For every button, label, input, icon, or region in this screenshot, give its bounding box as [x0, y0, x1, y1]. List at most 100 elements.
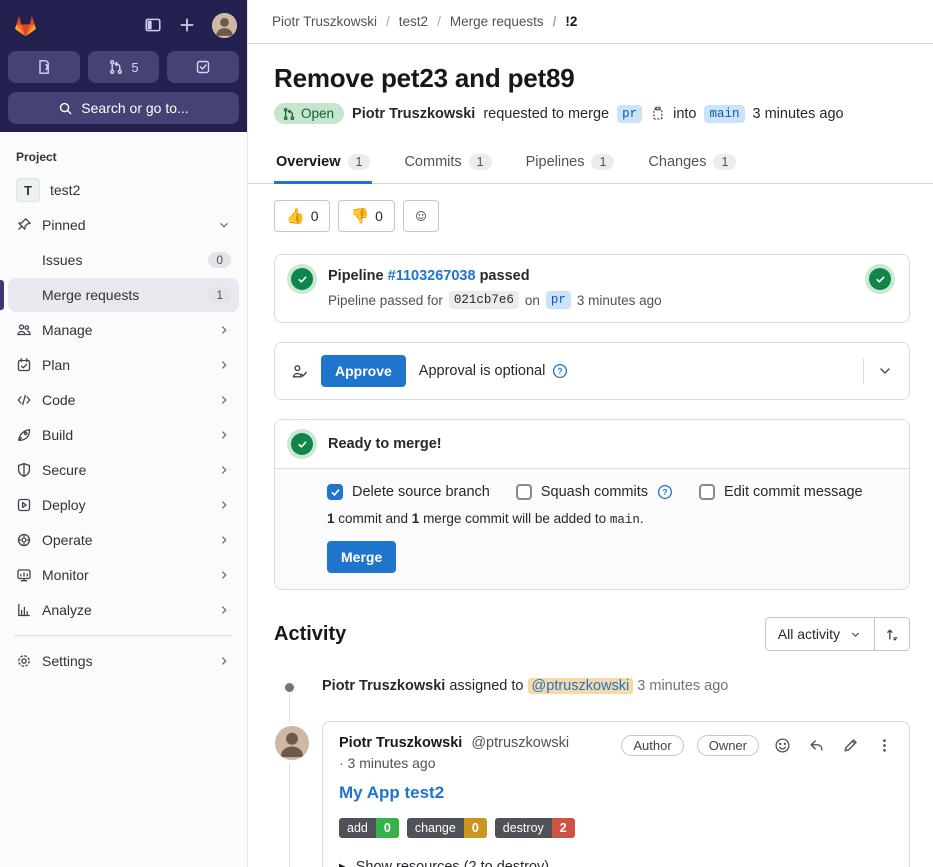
comment-author-username[interactable]: @ptruszkowski [471, 735, 569, 751]
expand-chevron-icon[interactable] [877, 363, 893, 379]
sidebar-item-merge-requests[interactable]: Merge requests 1 [0, 278, 239, 312]
note-author[interactable]: Piotr Truszkowski [322, 678, 445, 694]
help-question-icon[interactable]: ? [657, 484, 673, 500]
pipeline-stage-icon[interactable] [869, 268, 891, 290]
user-avatar[interactable] [212, 12, 237, 38]
stat-count: 2 [551, 818, 575, 838]
pipeline-passed-icon[interactable] [291, 268, 313, 290]
breadcrumb-item[interactable]: test2 [377, 14, 428, 29]
chevron-right-icon [217, 498, 231, 512]
deploy-icon [16, 497, 32, 513]
pipeline-on-text: on [524, 292, 540, 308]
sidebar-item-project-test2[interactable]: T test2 [8, 173, 239, 207]
activity-filter-label: All activity [777, 626, 840, 642]
approval-icon [291, 363, 308, 380]
chevron-right-icon [217, 428, 231, 442]
pinned-label: Pinned [42, 217, 86, 233]
breadcrumb-item[interactable]: Merge requests [428, 14, 544, 29]
code-icon [16, 392, 32, 408]
monitor-icon [16, 567, 32, 583]
note-time[interactable]: 3 minutes ago [637, 678, 728, 694]
commit-sha-badge[interactable]: 021cb7e6 [448, 291, 519, 309]
source-branch-badge[interactable]: pr [617, 104, 643, 123]
add-stat-badge: add 0 [339, 818, 399, 838]
user-mention[interactable]: @ptruszkowski [527, 678, 634, 694]
issues-count-badge: 0 [208, 252, 231, 268]
edit-commit-message-option[interactable]: Edit commit message [699, 484, 863, 500]
sidebar-item-plan[interactable]: Plan [8, 348, 239, 382]
checkbox-checked-icon[interactable] [327, 484, 343, 500]
comment-author-name[interactable]: Piotr Truszkowski [339, 735, 462, 751]
comment-time[interactable]: · 3 minutes ago [339, 755, 569, 771]
target-branch-badge[interactable]: main [704, 104, 745, 123]
sidebar-item-issues[interactable]: Issues 0 [8, 243, 239, 277]
thumbs-down-button[interactable]: 👎 0 [338, 200, 395, 232]
checkbox-unchecked-icon[interactable] [515, 484, 532, 500]
create-new-icon[interactable] [178, 16, 196, 34]
tab-changes[interactable]: Changes 1 [646, 146, 738, 184]
ready-check-icon [291, 433, 313, 455]
mr-created-time: 3 minutes ago [752, 105, 844, 122]
add-reaction-button[interactable] [402, 200, 439, 232]
stat-label: add [339, 818, 376, 838]
tab-label: Overview [276, 154, 341, 170]
checkbox-unchecked-icon[interactable] [699, 484, 716, 500]
comment-title-link[interactable]: My App test2 [339, 783, 444, 803]
sidebar-toggle-icon[interactable] [144, 16, 162, 34]
show-resources-toggle[interactable]: ▶ Show resources (2 to destroy) [339, 859, 893, 867]
sidebar-item-deploy[interactable]: Deploy [8, 488, 239, 522]
delete-source-branch-option[interactable]: Delete source branch [327, 484, 490, 500]
edit-commit-message-label: Edit commit message [724, 484, 863, 500]
search-button[interactable]: Search or go to... [8, 92, 239, 124]
merge-requests-shortcut-button[interactable]: 5 [87, 51, 160, 83]
help-question-icon[interactable]: ? [552, 363, 568, 379]
tab-overview[interactable]: Overview 1 [274, 146, 373, 184]
tab-commits[interactable]: Commits 1 [402, 146, 493, 184]
sidebar-item-build[interactable]: Build [8, 418, 239, 452]
breadcrumb-item[interactable]: Piotr Truszkowski [272, 14, 377, 29]
operate-label: Operate [42, 532, 93, 548]
monitor-label: Monitor [42, 567, 89, 583]
triangle-right-icon: ▶ [339, 861, 347, 867]
summary-text: commit and [334, 511, 412, 526]
merge-button[interactable]: Merge [327, 541, 397, 573]
sidebar-item-monitor[interactable]: Monitor [8, 558, 239, 592]
reply-icon[interactable] [806, 735, 827, 756]
copy-branch-icon[interactable] [650, 106, 665, 121]
plan-label: Plan [42, 357, 71, 373]
gitlab-logo-icon[interactable] [12, 12, 39, 39]
divider [863, 358, 864, 384]
squash-commits-option[interactable]: Squash commits ? [515, 484, 673, 500]
sidebar-item-settings[interactable]: Settings [8, 644, 239, 678]
approve-button[interactable]: Approve [321, 355, 406, 387]
sidebar-item-manage[interactable]: Manage [8, 313, 239, 347]
summary-text: merge commit will be added to [419, 511, 610, 526]
tab-pipelines[interactable]: Pipelines 1 [524, 146, 617, 184]
pipeline-id-link[interactable]: #1103267038 [388, 268, 476, 284]
comment-card: Piotr Truszkowski @ptruszkowski · 3 minu… [275, 721, 910, 867]
more-options-kebab-icon[interactable] [874, 735, 895, 756]
stat-count: 0 [375, 818, 399, 838]
sidebar-item-code[interactable]: Code [8, 383, 239, 417]
manage-label: Manage [42, 322, 93, 338]
sidebar-item-operate[interactable]: Operate [8, 523, 239, 557]
chevron-right-icon [217, 533, 231, 547]
activity-heading: Activity [274, 622, 347, 645]
sidebar-item-analyze[interactable]: Analyze [8, 593, 239, 627]
pipeline-branch-badge[interactable]: pr [545, 291, 571, 309]
comment-author-avatar[interactable] [275, 726, 309, 760]
sidebar-item-secure[interactable]: Secure [8, 453, 239, 487]
sort-order-button[interactable] [874, 618, 909, 650]
todos-shortcut-button[interactable] [167, 51, 240, 83]
comment-header: Piotr Truszkowski @ptruszkowski · 3 minu… [323, 722, 909, 771]
sidebar-item-pinned[interactable]: Pinned [8, 208, 239, 242]
search-icon [58, 101, 73, 116]
search-label: Search or go to... [81, 100, 189, 116]
issues-shortcut-button[interactable] [8, 51, 80, 83]
add-reaction-icon[interactable] [772, 735, 793, 756]
edit-pencil-icon[interactable] [840, 735, 861, 756]
mr-author[interactable]: Piotr Truszkowski [352, 106, 475, 122]
squash-commits-label: Squash commits [540, 484, 649, 500]
thumbs-up-button[interactable]: 👍 0 [274, 200, 331, 232]
activity-filter-dropdown[interactable]: All activity [765, 618, 874, 650]
